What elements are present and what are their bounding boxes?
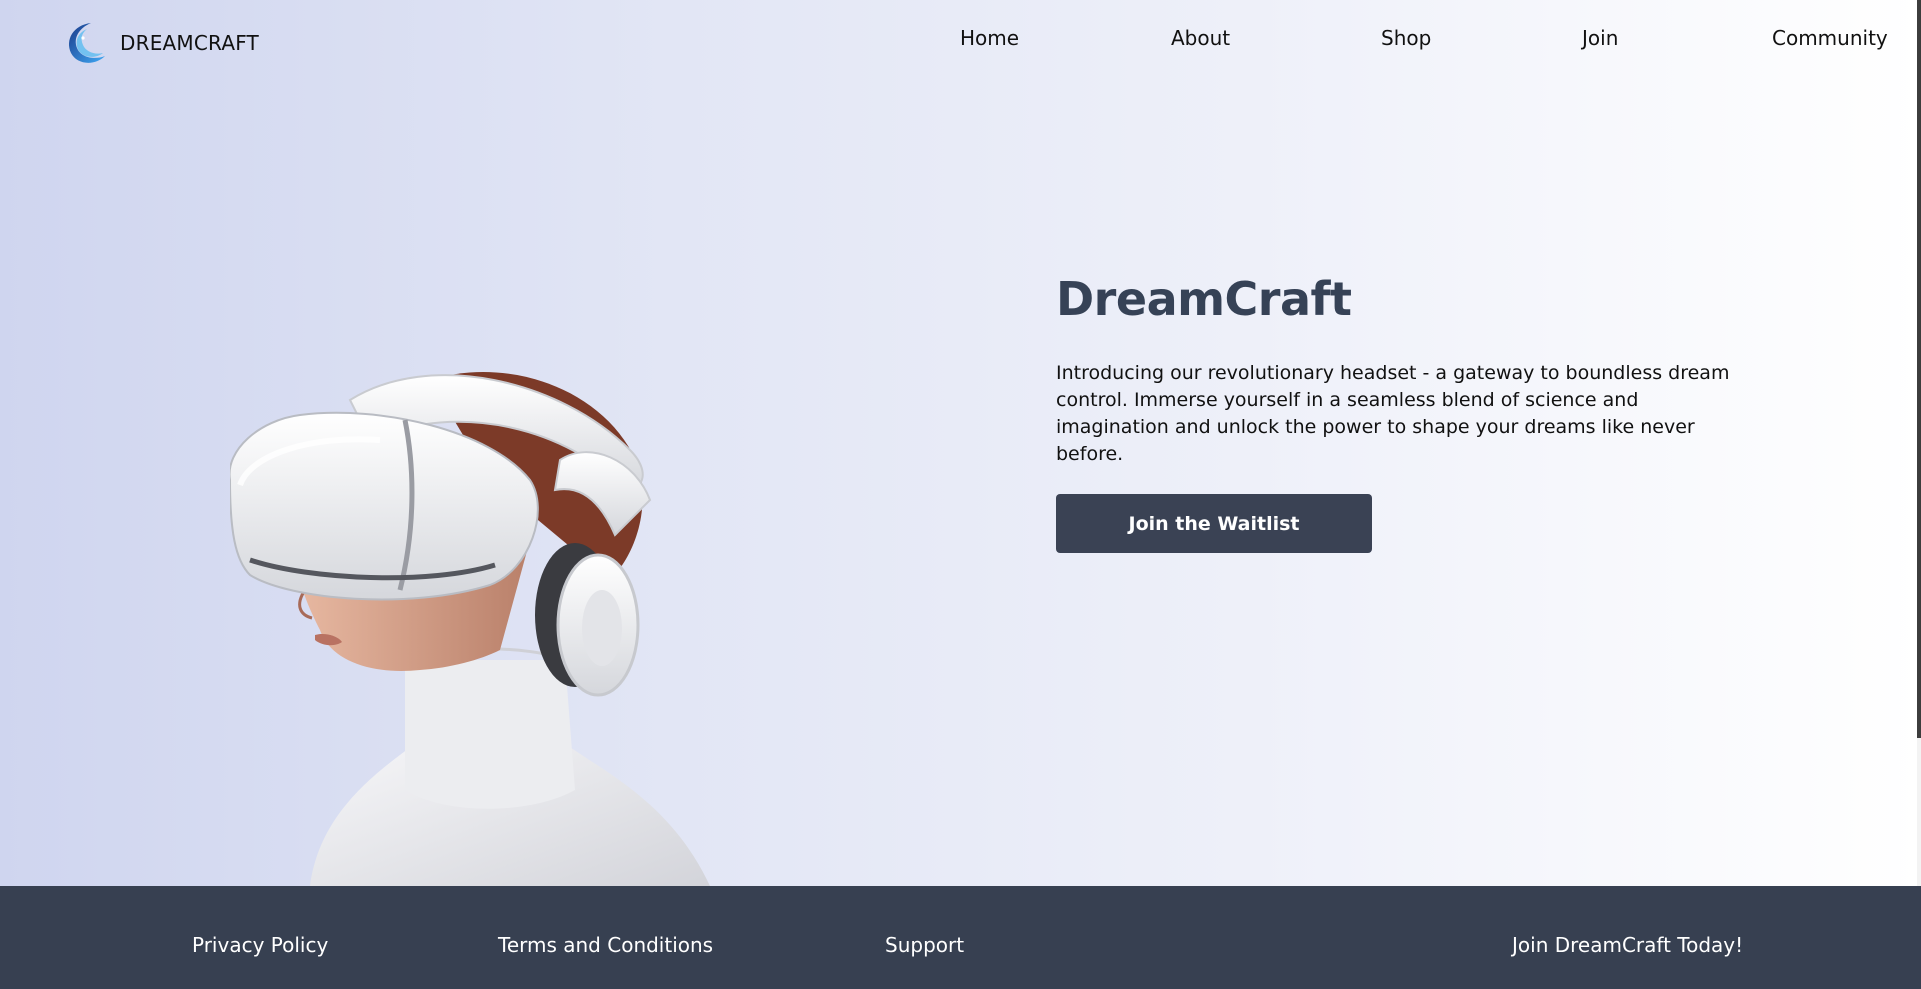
join-waitlist-button[interactable]: Join the Waitlist [1056, 494, 1372, 553]
nav-link-join[interactable]: Join [1582, 26, 1618, 50]
footer-link-privacy-policy[interactable]: Privacy Policy [192, 933, 328, 957]
footer-link-terms-and-conditions[interactable]: Terms and Conditions [498, 933, 713, 957]
vr-headset-woman-image [230, 372, 710, 886]
brand-name: DREAMCRAFT [120, 31, 259, 55]
brand[interactable]: DREAMCRAFT [61, 20, 259, 66]
footer: Privacy Policy Terms and Conditions Supp… [0, 886, 1921, 989]
hero-title: DreamCraft [1056, 272, 1352, 326]
scrollbar-track[interactable] [1917, 738, 1921, 886]
hero-description: Introducing our revolutionary headset - … [1056, 362, 1730, 465]
nav-link-about[interactable]: About [1171, 26, 1230, 50]
scrollbar-thumb[interactable] [1917, 0, 1921, 738]
footer-link-join-today[interactable]: Join DreamCraft Today! [1512, 933, 1743, 957]
crescent-moon-logo-icon [69, 23, 105, 63]
nav-link-shop[interactable]: Shop [1381, 26, 1431, 50]
footer-link-support[interactable]: Support [885, 933, 964, 957]
page: DREAMCRAFT Home About Shop Join Communit… [0, 0, 1921, 989]
nav-link-home[interactable]: Home [960, 26, 1019, 50]
nav-link-community[interactable]: Community [1772, 26, 1888, 50]
hero-section: DREAMCRAFT Home About Shop Join Communit… [0, 0, 1921, 886]
